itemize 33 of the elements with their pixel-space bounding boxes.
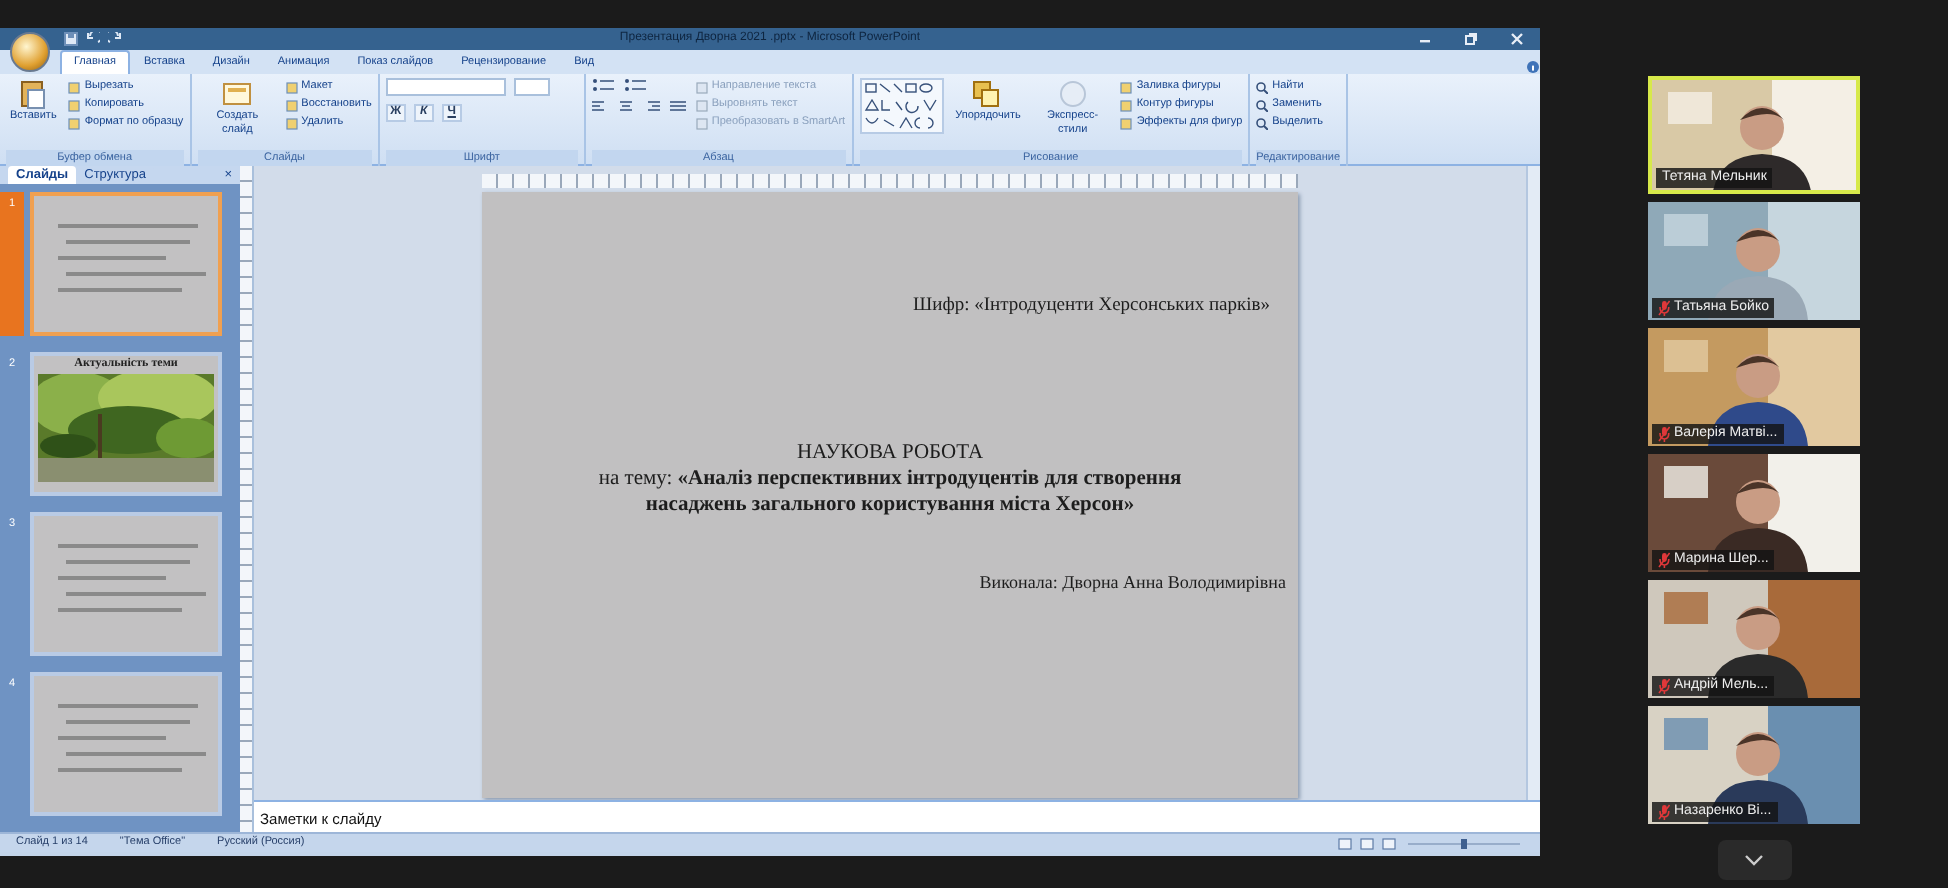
- slide-icon: [222, 78, 253, 110]
- slide-heading: НАУКОВА РОБОТА: [794, 440, 986, 467]
- font-name-field[interactable]: [385, 78, 506, 96]
- ball-icon: [1057, 78, 1088, 110]
- slide-text: Шифр: «Інтродуценти Херсонських парків»: [911, 294, 1272, 320]
- align-center-icon[interactable]: [617, 100, 636, 114]
- numbered-list-icon[interactable]: [623, 78, 648, 92]
- shapes-gallery[interactable]: [859, 78, 944, 134]
- align-right-icon[interactable]: [643, 100, 662, 114]
- clipboard-icon: [18, 78, 49, 110]
- align-left-icon[interactable]: [591, 100, 610, 114]
- font-size-field[interactable]: [513, 78, 550, 96]
- restore-icon[interactable]: [1464, 32, 1478, 46]
- slide-icon: [972, 78, 1003, 110]
- help-icon[interactable]: [1526, 60, 1540, 74]
- scroll-down-button[interactable]: [1717, 840, 1791, 880]
- slide-text: Виконала: Дворна Анна Володимирівна: [977, 570, 1286, 597]
- slideshow-icon[interactable]: [1382, 837, 1396, 849]
- zoom-slider[interactable]: [1404, 837, 1524, 849]
- magnifier-icon: [1256, 81, 1269, 93]
- normal-view-icon[interactable]: [1338, 837, 1352, 849]
- sorter-view-icon[interactable]: [1360, 837, 1374, 849]
- bulleted-list-icon[interactable]: [591, 78, 616, 92]
- slider-thumb[interactable]: [1461, 838, 1467, 848]
- close-icon[interactable]: [1510, 32, 1524, 46]
- office-button[interactable]: [10, 32, 50, 72]
- magnifier-icon: [1256, 117, 1269, 129]
- chevron-down-icon: [1744, 854, 1764, 866]
- justify-icon[interactable]: [669, 100, 688, 114]
- save-icon[interactable]: [64, 32, 78, 46]
- slide-text: на тему: «Аналіз перспективних інтродуцентів для створення насаджень загального користування міста Херсон»: [596, 466, 1184, 519]
- magnifier-icon: [1256, 99, 1269, 111]
- scrollbar[interactable]: [1526, 166, 1540, 800]
